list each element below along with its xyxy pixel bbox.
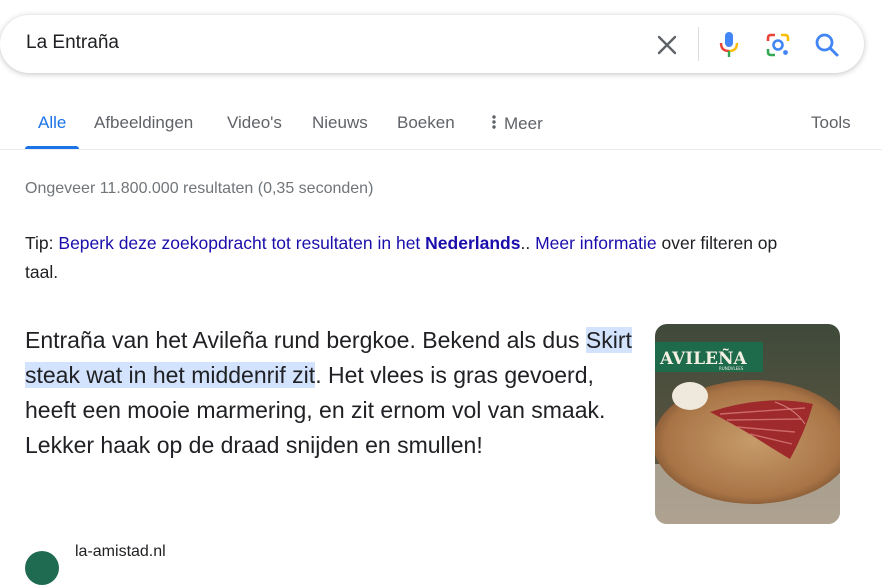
source-row[interactable]: la-amistad.nl <box>25 543 325 585</box>
language-name: Nederlands <box>425 233 521 253</box>
tab-meer[interactable]: Meer <box>489 113 543 134</box>
tab-afbeeldingen[interactable]: Afbeeldingen <box>94 113 193 133</box>
more-info-link[interactable]: Meer informatie <box>535 233 657 253</box>
search-tabs: Alle Afbeeldingen Video's Nieuws Boeken … <box>0 96 882 150</box>
featured-snippet: Entraña van het Avileña rund bergkoe. Be… <box>25 323 640 463</box>
close-icon[interactable] <box>654 32 680 58</box>
source-name[interactable]: la-amistad.nl <box>75 543 166 561</box>
vertical-dots-icon <box>492 115 496 129</box>
tab-boeken[interactable]: Boeken <box>397 113 455 133</box>
tabs-divider <box>0 149 882 150</box>
snippet-text-start: Entraña van het Avileña rund bergkoe. Be… <box>25 327 586 353</box>
camera-lens-icon[interactable] <box>764 31 792 59</box>
tab-alle[interactable]: Alle <box>38 113 66 133</box>
search-divider <box>698 27 699 61</box>
tip-separator: .. <box>520 233 536 253</box>
search-icon[interactable] <box>812 30 842 60</box>
tab-nieuws[interactable]: Nieuws <box>312 113 368 133</box>
tab-meer-label: Meer <box>504 114 543 133</box>
restrict-language-text: Beperk deze zoekopdracht tot resultaten … <box>58 233 426 253</box>
restrict-language-link[interactable]: Beperk deze zoekopdracht tot resultaten … <box>58 233 520 253</box>
language-tip: Tip: Beperk deze zoekopdracht tot result… <box>25 229 815 287</box>
search-bar[interactable]: La Entraña <box>0 15 864 73</box>
result-stats: Ongeveer 11.800.000 resultaten (0,35 sec… <box>25 180 374 197</box>
thumbnail-subtitle: RUNDVLEES <box>719 366 744 371</box>
mic-icon[interactable] <box>717 30 741 58</box>
tools-button[interactable]: Tools <box>811 113 851 133</box>
snippet-thumbnail[interactable]: AVILEÑA RUNDVLEES <box>655 324 840 524</box>
site-favicon <box>25 551 59 585</box>
tab-videos[interactable]: Video's <box>227 113 282 133</box>
search-input[interactable]: La Entraña <box>26 32 119 54</box>
tip-prefix: Tip: <box>25 233 59 253</box>
